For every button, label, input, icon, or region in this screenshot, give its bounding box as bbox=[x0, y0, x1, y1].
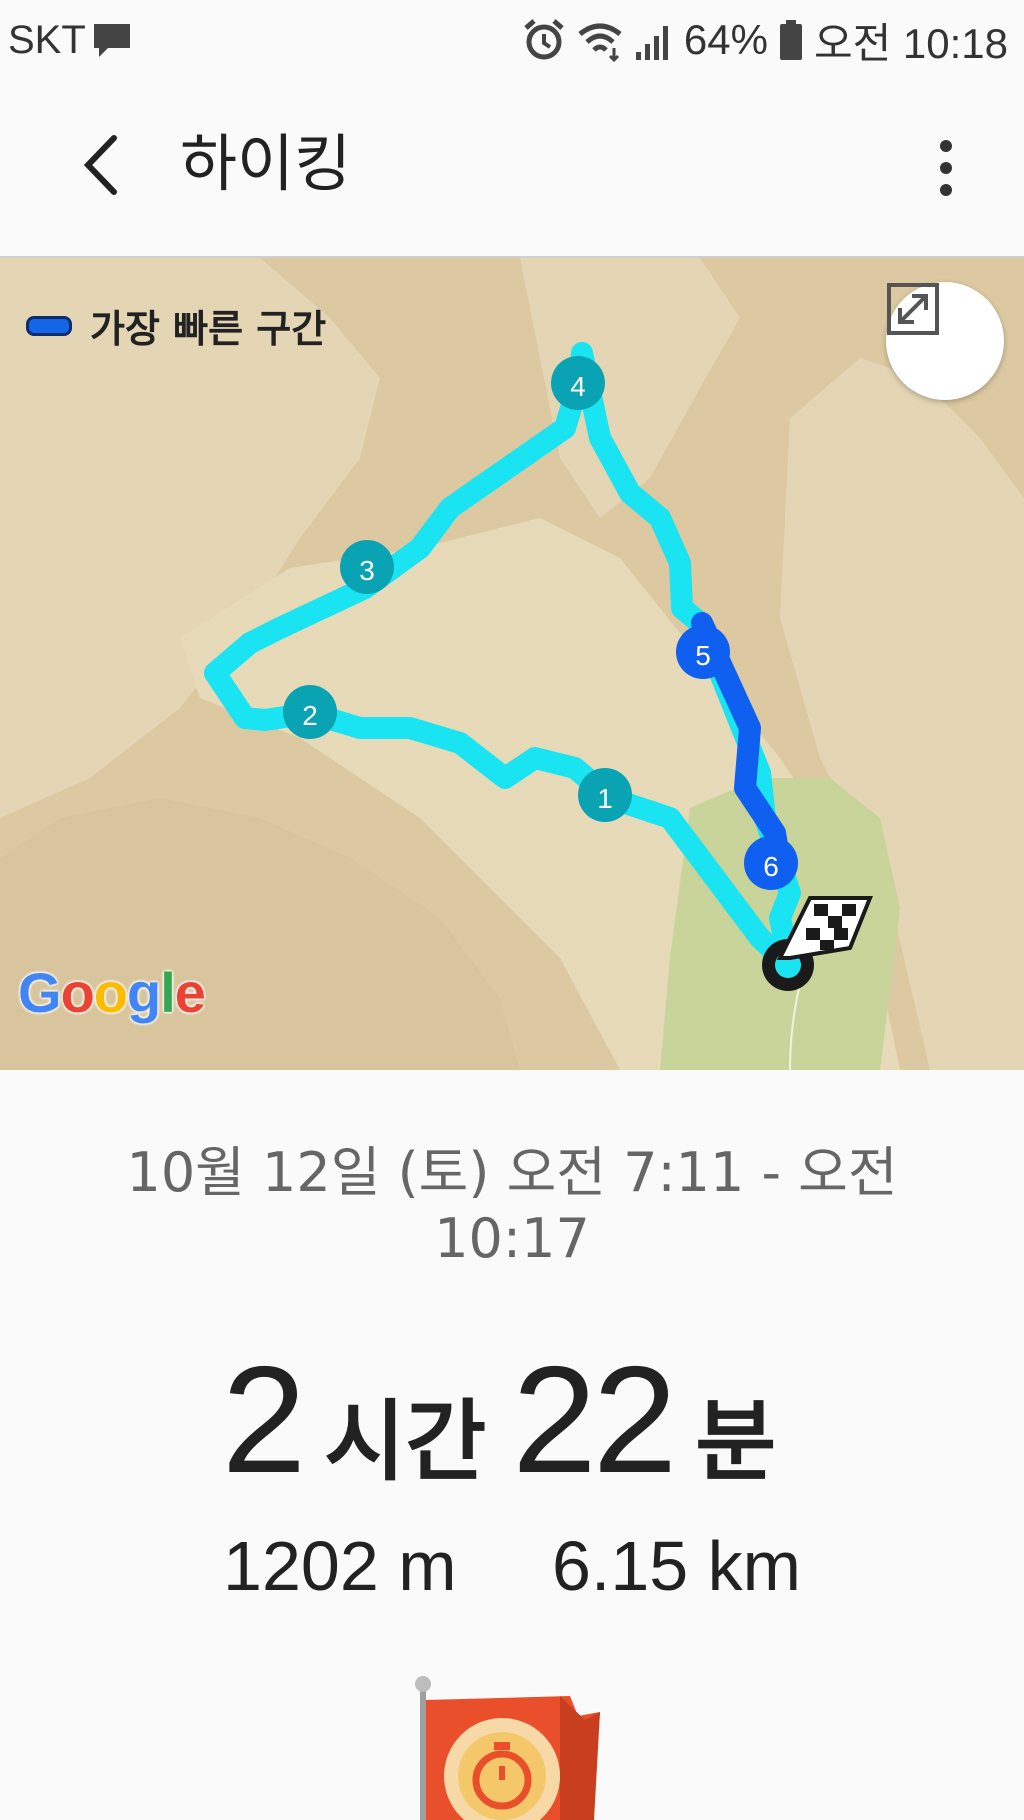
signal-icon bbox=[635, 26, 668, 60]
screen: SKT 64% 오전 10:18 하이킹 1 2 3 4 5 6 가장 빠른 구… bbox=[0, 0, 1024, 1820]
google-attribution: Google bbox=[18, 961, 206, 1024]
status-clock: 오전 10:18 bbox=[813, 19, 1008, 67]
status-bar: SKT 64% 오전 10:18 bbox=[0, 0, 1024, 80]
elevation-value: 1202 m bbox=[223, 1527, 457, 1605]
duration-hours-unit: 시간 bbox=[324, 1390, 487, 1493]
wifi-icon bbox=[578, 23, 622, 62]
distance-value: 6.15 km bbox=[551, 1527, 801, 1605]
svg-text:3: 3 bbox=[359, 555, 375, 586]
svg-text:1: 1 bbox=[597, 783, 613, 814]
route-marker-4: 4 bbox=[551, 356, 605, 410]
duration-minutes-unit: 분 bbox=[695, 1390, 777, 1493]
route-marker-5: 5 bbox=[676, 625, 730, 679]
carrier-label: SKT bbox=[8, 18, 86, 62]
duration-minutes: 22 bbox=[512, 1335, 677, 1505]
legend-label: 가장 빠른 구간 bbox=[90, 307, 327, 351]
duration: 2 시간 22 분 bbox=[0, 1340, 1024, 1547]
stats-row: 1202 m 6.15 km bbox=[0, 1526, 1024, 1606]
svg-text:2: 2 bbox=[302, 700, 318, 731]
svg-text:5: 5 bbox=[695, 640, 711, 671]
page-title: 하이킹 bbox=[180, 127, 352, 200]
route-marker-3: 3 bbox=[340, 540, 394, 594]
expand-map-button[interactable] bbox=[886, 282, 1004, 400]
map-legend: 가장 빠른 구간 bbox=[26, 298, 326, 353]
route-marker-1: 1 bbox=[578, 768, 632, 822]
map-canvas: 1 2 3 4 5 6 bbox=[0, 258, 1024, 1070]
route-map[interactable]: 1 2 3 4 5 6 가장 빠른 구간 Google bbox=[0, 258, 1024, 1070]
fastest-segment-swatch bbox=[26, 315, 72, 336]
stopwatch-flag-icon bbox=[415, 1676, 600, 1820]
app-bar: 하이킹 bbox=[0, 80, 1024, 258]
route-marker-6: 6 bbox=[744, 836, 798, 890]
svg-text:4: 4 bbox=[570, 371, 586, 402]
status-right: 64% 오전 10:18 bbox=[522, 14, 1008, 67]
battery-percent: 64% bbox=[683, 16, 768, 63]
message-icon bbox=[94, 24, 130, 57]
back-arrow-icon[interactable] bbox=[72, 130, 132, 200]
expand-icon bbox=[887, 283, 939, 335]
svg-text:6: 6 bbox=[763, 851, 779, 882]
route-marker-2: 2 bbox=[283, 685, 337, 739]
battery-icon bbox=[779, 20, 802, 60]
date-range: 10월 12일 (토) 오전 7:11 - 오전 10:17 bbox=[126, 1141, 898, 1270]
more-vert-icon[interactable] bbox=[928, 138, 964, 198]
duration-hours: 2 bbox=[221, 1335, 307, 1505]
alarm-icon bbox=[524, 19, 564, 60]
